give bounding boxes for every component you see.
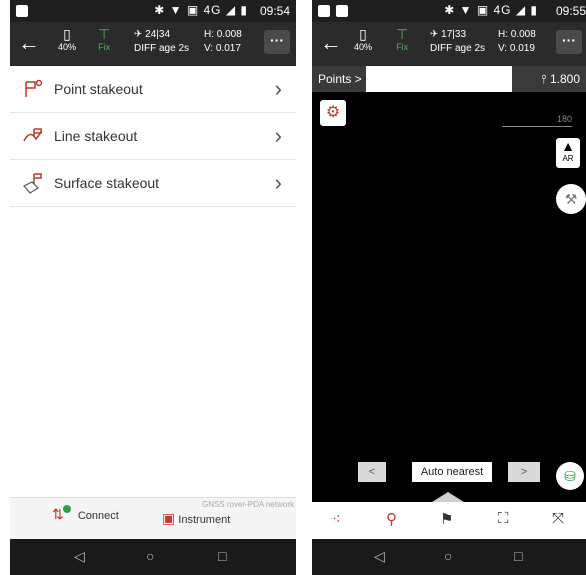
status-time: 09:55	[555, 4, 586, 18]
collapse-icon[interactable]: ⤧	[552, 510, 564, 527]
more-button[interactable]: ···	[264, 30, 290, 54]
satellite-info: ✈ 17|33 DIFF age 2s	[430, 28, 485, 56]
menu-item-label: Surface stakeout	[54, 175, 160, 191]
left-screen: ✱ ▼ ▣ 4G ◢ ▮ 09:54 ← ▯ 40% ⊤ Fix ✈ 24|34…	[10, 0, 296, 575]
notification-icon-2	[336, 5, 348, 17]
status-bar: ✱ ▼ ▣ 4G ◢ ▮ 09:54	[10, 0, 296, 22]
satellite-icon: ✈	[430, 29, 442, 40]
chevron-right-icon: ›	[274, 170, 282, 195]
ar-button[interactable]: ▲ AR	[556, 138, 580, 168]
menu-item-label: Line stakeout	[54, 128, 138, 144]
menu-item-surface-stakeout[interactable]: Surface stakeout ›	[10, 160, 296, 207]
fix-status: Fix	[98, 42, 111, 52]
connect-icon: ⇅	[52, 506, 64, 522]
add-flag-icon[interactable]: ⚑	[440, 510, 453, 528]
ar-marker-icon: ▲	[561, 138, 575, 154]
fullscreen-icon[interactable]: ⛶	[498, 510, 509, 527]
connect-label: Connect	[77, 510, 119, 522]
connected-check-icon	[62, 505, 71, 513]
points-button[interactable]: Points >	[312, 66, 366, 92]
status-bar: ✱ ▼ ▣ 4G ◢ ▮ 09:55	[312, 0, 586, 22]
precision-info: H: 0.008 V: 0.017	[204, 28, 242, 56]
fix-indicator: ⊤ Fix	[98, 26, 110, 52]
antenna-height-value: 1.800	[549, 72, 580, 86]
pole-icon: ⫯	[541, 72, 550, 86]
status-icons: ✱ ▼ ▣ 4G ◢ ▮	[154, 3, 248, 17]
chevron-right-icon: ›	[274, 76, 282, 101]
back-arrow-icon[interactable]: ←	[320, 32, 342, 54]
fix-status: Fix	[396, 42, 409, 52]
status-icons: ✱ ▼ ▣ 4G ◢ ▮	[444, 3, 538, 17]
menu-item-point-stakeout[interactable]: Point stakeout ›	[10, 66, 296, 113]
battery-icon: ▯	[359, 26, 367, 42]
survey-pole-icon[interactable]: ⚒	[556, 184, 586, 214]
notification-icon	[318, 5, 330, 17]
instrument-button[interactable]: ▣ Instrument	[162, 510, 230, 527]
map-view[interactable]: ⚙ 180 ▲ AR ⚒ < Auto nearest > ⛁	[312, 92, 586, 502]
points-scatter-icon[interactable]: ⁖	[332, 510, 341, 528]
battery-indicator: ▯ 40%	[354, 26, 372, 52]
nav-back-icon[interactable]: ◁	[374, 548, 385, 565]
h-precision: H: 0.008	[498, 29, 536, 40]
stake-point-icon[interactable]: ⛁	[556, 462, 584, 490]
battery-level: 40%	[354, 42, 373, 52]
antenna-height-button[interactable]: ⫯ 1.800	[512, 66, 586, 92]
satellite-count: 24|34	[145, 29, 171, 40]
nav-home-icon[interactable]: ○	[146, 548, 154, 564]
auto-nearest-button[interactable]: Auto nearest	[412, 462, 492, 482]
satellite-info: ✈ 24|34 DIFF age 2s	[134, 28, 189, 56]
instrument-label: Instrument	[178, 514, 231, 526]
map-pin-icon[interactable]: ⚲	[386, 510, 397, 528]
v-precision: V: 0.017	[204, 43, 241, 54]
nav-home-icon[interactable]: ○	[444, 548, 452, 564]
v-precision: V: 0.019	[498, 43, 535, 54]
nav-recents-icon[interactable]: □	[218, 548, 226, 564]
app-header: ← ▯ 40% ⊤ Fix ✈ 24|34 DIFF age 2s H: 0.0…	[10, 22, 296, 66]
instrument-icon: ▣	[162, 510, 176, 526]
point-stakeout-icon	[25, 79, 43, 97]
battery-level: 40%	[58, 42, 77, 52]
surface-stakeout-icon	[23, 173, 42, 194]
satellite-count: 17|33	[441, 29, 467, 40]
line-stakeout-icon	[23, 128, 43, 142]
prev-point-button[interactable]: <	[358, 462, 386, 482]
antenna-icon: ⊤	[98, 26, 111, 42]
settings-gear-icon[interactable]: ⚙	[320, 100, 346, 126]
menu-item-line-stakeout[interactable]: Line stakeout ›	[10, 113, 296, 160]
diff-age: DIFF age 2s	[134, 43, 190, 54]
connection-note: GNSS rover-PDA network	[201, 500, 294, 509]
map-scale-label: 180	[556, 114, 572, 124]
app-header: ← ▯ 40% ⊤ Fix ✈ 17|33 DIFF age 2s H: 0.0…	[312, 22, 586, 66]
nav-recents-icon[interactable]: □	[514, 548, 522, 564]
precision-info: H: 0.008 V: 0.019	[498, 28, 536, 56]
notification-icon	[16, 5, 28, 17]
back-arrow-icon[interactable]: ←	[18, 32, 40, 54]
android-nav-bar: ◁ ○ □	[10, 539, 296, 575]
battery-indicator: ▯ 40%	[58, 26, 76, 52]
battery-icon: ▯	[63, 26, 71, 42]
antenna-icon: ⊤	[396, 26, 409, 42]
map-scale-bar	[502, 126, 572, 127]
point-search-input[interactable]	[368, 68, 510, 92]
more-button[interactable]: ···	[556, 30, 582, 54]
right-screen: ✱ ▼ ▣ 4G ◢ ▮ 09:55 ← ▯ 40% ⊤ Fix ✈ 17|33…	[312, 0, 586, 575]
expand-panel-handle[interactable]	[432, 492, 464, 502]
menu-item-label: Point stakeout	[54, 81, 143, 97]
android-nav-bar: ◁ ○ □	[312, 539, 586, 575]
connect-button[interactable]: ⇅ Connect	[52, 505, 119, 523]
ar-label: AR	[562, 154, 574, 163]
chevron-right-icon: ›	[274, 123, 282, 148]
h-precision: H: 0.008	[204, 29, 242, 40]
bottom-toolbar: ⁖ ⚲ ⚑ ⛶ ⤧	[312, 502, 586, 539]
diff-age: DIFF age 2s	[430, 43, 486, 54]
nav-back-icon[interactable]: ◁	[74, 548, 85, 565]
fix-indicator: ⊤ Fix	[396, 26, 408, 52]
bottom-bar: GNSS rover-PDA network ⇅ Connect ▣ Instr…	[10, 497, 296, 540]
next-point-button[interactable]: >	[508, 462, 540, 482]
satellite-icon: ✈	[134, 29, 146, 40]
stakeout-toolbar: Points > ⫯ 1.800	[312, 66, 586, 92]
status-time: 09:54	[259, 4, 290, 18]
